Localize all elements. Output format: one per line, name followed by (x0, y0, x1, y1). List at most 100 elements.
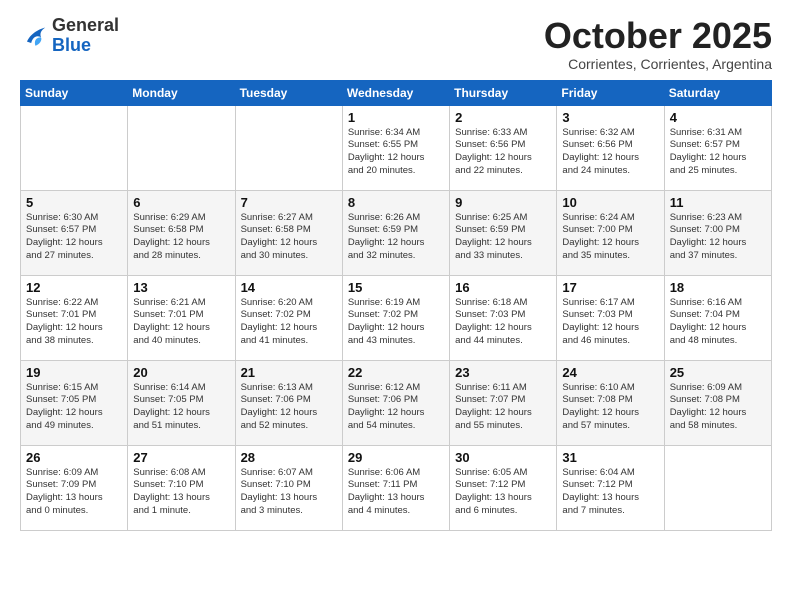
month-title: October 2025 (544, 16, 772, 56)
calendar-day-cell: 6 Sunrise: 6:29 AM Sunset: 6:58 PM Daylig… (128, 190, 235, 275)
weekday-header-cell: Saturday (664, 80, 771, 105)
day-number: 8 (348, 195, 444, 210)
calendar-day-cell: 20Sunrise: 6:14 AM Sunset: 7:05 PM Dayli… (128, 360, 235, 445)
day-number: 25 (670, 365, 766, 380)
day-info: Sunrise: 6:16 AM Sunset: 7:04 PM Dayligh… (670, 297, 766, 348)
day-info: Sunrise: 6:07 AM Sunset: 7:10 PM Dayligh… (241, 467, 337, 518)
weekday-header-cell: Sunday (21, 80, 128, 105)
calendar-day-cell: 31 Sunrise: 6:04 AM Sunset: 7:12 PM Dayli… (557, 445, 664, 530)
day-info: Sunrise: 6:30 AM Sunset: 6:57 PM Dayligh… (26, 212, 122, 263)
logo: General Blue (20, 16, 119, 56)
day-info: Sunrise: 6:20 AM Sunset: 7:02 PM Dayligh… (241, 297, 337, 348)
calendar-week-row: 26 Sunrise: 6:09 AM Sunset: 7:09 PM Dayli… (21, 445, 772, 530)
day-number: 12 (26, 280, 122, 295)
day-info: Sunrise: 6:12 AM Sunset: 7:06 PM Dayligh… (348, 382, 444, 433)
day-number: 18 (670, 280, 766, 295)
calendar-day-cell: 16Sunrise: 6:18 AM Sunset: 7:03 PM Dayli… (450, 275, 557, 360)
day-info: Sunrise: 6:15 AM Sunset: 7:05 PM Dayligh… (26, 382, 122, 433)
weekday-header-cell: Tuesday (235, 80, 342, 105)
calendar-day-cell: 1 Sunrise: 6:34 AM Sunset: 6:55 PM Daylig… (342, 105, 449, 190)
calendar-week-row: 5 Sunrise: 6:30 AM Sunset: 6:57 PM Daylig… (21, 190, 772, 275)
calendar-day-cell: 22 Sunrise: 6:12 AM Sunset: 7:06 PM Dayli… (342, 360, 449, 445)
day-number: 6 (133, 195, 229, 210)
day-info: Sunrise: 6:21 AM Sunset: 7:01 PM Dayligh… (133, 297, 229, 348)
day-info: Sunrise: 6:25 AM Sunset: 6:59 PM Dayligh… (455, 212, 551, 263)
calendar-day-cell: 15 Sunrise: 6:19 AM Sunset: 7:02 PM Dayli… (342, 275, 449, 360)
day-number: 24 (562, 365, 658, 380)
day-number: 31 (562, 450, 658, 465)
day-number: 29 (348, 450, 444, 465)
day-number: 14 (241, 280, 337, 295)
logo-bird-icon (20, 22, 48, 50)
day-number: 22 (348, 365, 444, 380)
day-info: Sunrise: 6:09 AM Sunset: 7:09 PM Dayligh… (26, 467, 122, 518)
day-info: Sunrise: 6:10 AM Sunset: 7:08 PM Dayligh… (562, 382, 658, 433)
calendar-week-row: 12 Sunrise: 6:22 AM Sunset: 7:01 PM Dayli… (21, 275, 772, 360)
calendar-day-cell: 14 Sunrise: 6:20 AM Sunset: 7:02 PM Dayli… (235, 275, 342, 360)
day-number: 10 (562, 195, 658, 210)
weekday-header-row: SundayMondayTuesdayWednesdayThursdayFrid… (21, 80, 772, 105)
calendar-day-cell: 29 Sunrise: 6:06 AM Sunset: 7:11 PM Dayli… (342, 445, 449, 530)
day-number: 23 (455, 365, 551, 380)
calendar-body: 1 Sunrise: 6:34 AM Sunset: 6:55 PM Daylig… (21, 105, 772, 530)
day-info: Sunrise: 6:32 AM Sunset: 6:56 PM Dayligh… (562, 127, 658, 178)
day-info: Sunrise: 6:34 AM Sunset: 6:55 PM Dayligh… (348, 127, 444, 178)
day-info: Sunrise: 6:19 AM Sunset: 7:02 PM Dayligh… (348, 297, 444, 348)
day-number: 1 (348, 110, 444, 125)
calendar-day-cell: 17Sunrise: 6:17 AM Sunset: 7:03 PM Dayli… (557, 275, 664, 360)
day-info: Sunrise: 6:26 AM Sunset: 6:59 PM Dayligh… (348, 212, 444, 263)
weekday-header-cell: Wednesday (342, 80, 449, 105)
day-info: Sunrise: 6:13 AM Sunset: 7:06 PM Dayligh… (241, 382, 337, 433)
logo-general-text: General (52, 15, 119, 35)
day-number: 27 (133, 450, 229, 465)
day-info: Sunrise: 6:27 AM Sunset: 6:58 PM Dayligh… (241, 212, 337, 263)
calendar-table: SundayMondayTuesdayWednesdayThursdayFrid… (20, 80, 772, 531)
weekday-header-cell: Friday (557, 80, 664, 105)
calendar-day-cell: 25 Sunrise: 6:09 AM Sunset: 7:08 PM Dayli… (664, 360, 771, 445)
day-info: Sunrise: 6:08 AM Sunset: 7:10 PM Dayligh… (133, 467, 229, 518)
day-number: 5 (26, 195, 122, 210)
calendar-day-cell: 30Sunrise: 6:05 AM Sunset: 7:12 PM Dayli… (450, 445, 557, 530)
day-info: Sunrise: 6:33 AM Sunset: 6:56 PM Dayligh… (455, 127, 551, 178)
calendar-day-cell: 5 Sunrise: 6:30 AM Sunset: 6:57 PM Daylig… (21, 190, 128, 275)
day-number: 26 (26, 450, 122, 465)
day-info: Sunrise: 6:06 AM Sunset: 7:11 PM Dayligh… (348, 467, 444, 518)
day-number: 7 (241, 195, 337, 210)
day-info: Sunrise: 6:23 AM Sunset: 7:00 PM Dayligh… (670, 212, 766, 263)
calendar-day-cell: 21 Sunrise: 6:13 AM Sunset: 7:06 PM Dayli… (235, 360, 342, 445)
calendar-week-row: 19Sunrise: 6:15 AM Sunset: 7:05 PM Dayli… (21, 360, 772, 445)
day-number: 13 (133, 280, 229, 295)
calendar-day-cell: 3Sunrise: 6:32 AM Sunset: 6:56 PM Daylig… (557, 105, 664, 190)
calendar-day-cell (235, 105, 342, 190)
calendar-day-cell: 2 Sunrise: 6:33 AM Sunset: 6:56 PM Daylig… (450, 105, 557, 190)
calendar-day-cell: 27 Sunrise: 6:08 AM Sunset: 7:10 PM Dayli… (128, 445, 235, 530)
day-info: Sunrise: 6:11 AM Sunset: 7:07 PM Dayligh… (455, 382, 551, 433)
day-number: 17 (562, 280, 658, 295)
calendar-day-cell: 7 Sunrise: 6:27 AM Sunset: 6:58 PM Daylig… (235, 190, 342, 275)
day-info: Sunrise: 6:09 AM Sunset: 7:08 PM Dayligh… (670, 382, 766, 433)
day-info: Sunrise: 6:18 AM Sunset: 7:03 PM Dayligh… (455, 297, 551, 348)
calendar-day-cell: 4Sunrise: 6:31 AM Sunset: 6:57 PM Daylig… (664, 105, 771, 190)
calendar-day-cell: 8 Sunrise: 6:26 AM Sunset: 6:59 PM Daylig… (342, 190, 449, 275)
day-number: 28 (241, 450, 337, 465)
calendar-day-cell: 12 Sunrise: 6:22 AM Sunset: 7:01 PM Dayli… (21, 275, 128, 360)
calendar-day-cell: 11Sunrise: 6:23 AM Sunset: 7:00 PM Dayli… (664, 190, 771, 275)
day-info: Sunrise: 6:04 AM Sunset: 7:12 PM Dayligh… (562, 467, 658, 518)
calendar-day-cell (21, 105, 128, 190)
calendar-day-cell (664, 445, 771, 530)
day-number: 15 (348, 280, 444, 295)
calendar-day-cell: 19Sunrise: 6:15 AM Sunset: 7:05 PM Dayli… (21, 360, 128, 445)
day-number: 2 (455, 110, 551, 125)
day-number: 9 (455, 195, 551, 210)
page-header: General Blue October 2025 Corrientes, Co… (20, 16, 772, 72)
day-info: Sunrise: 6:31 AM Sunset: 6:57 PM Dayligh… (670, 127, 766, 178)
calendar-day-cell: 28 Sunrise: 6:07 AM Sunset: 7:10 PM Dayli… (235, 445, 342, 530)
calendar-day-cell: 9 Sunrise: 6:25 AM Sunset: 6:59 PM Daylig… (450, 190, 557, 275)
day-number: 21 (241, 365, 337, 380)
calendar-day-cell: 10Sunrise: 6:24 AM Sunset: 7:00 PM Dayli… (557, 190, 664, 275)
day-info: Sunrise: 6:29 AM Sunset: 6:58 PM Dayligh… (133, 212, 229, 263)
day-info: Sunrise: 6:22 AM Sunset: 7:01 PM Dayligh… (26, 297, 122, 348)
calendar-day-cell: 13 Sunrise: 6:21 AM Sunset: 7:01 PM Dayli… (128, 275, 235, 360)
day-info: Sunrise: 6:14 AM Sunset: 7:05 PM Dayligh… (133, 382, 229, 433)
weekday-header-cell: Monday (128, 80, 235, 105)
